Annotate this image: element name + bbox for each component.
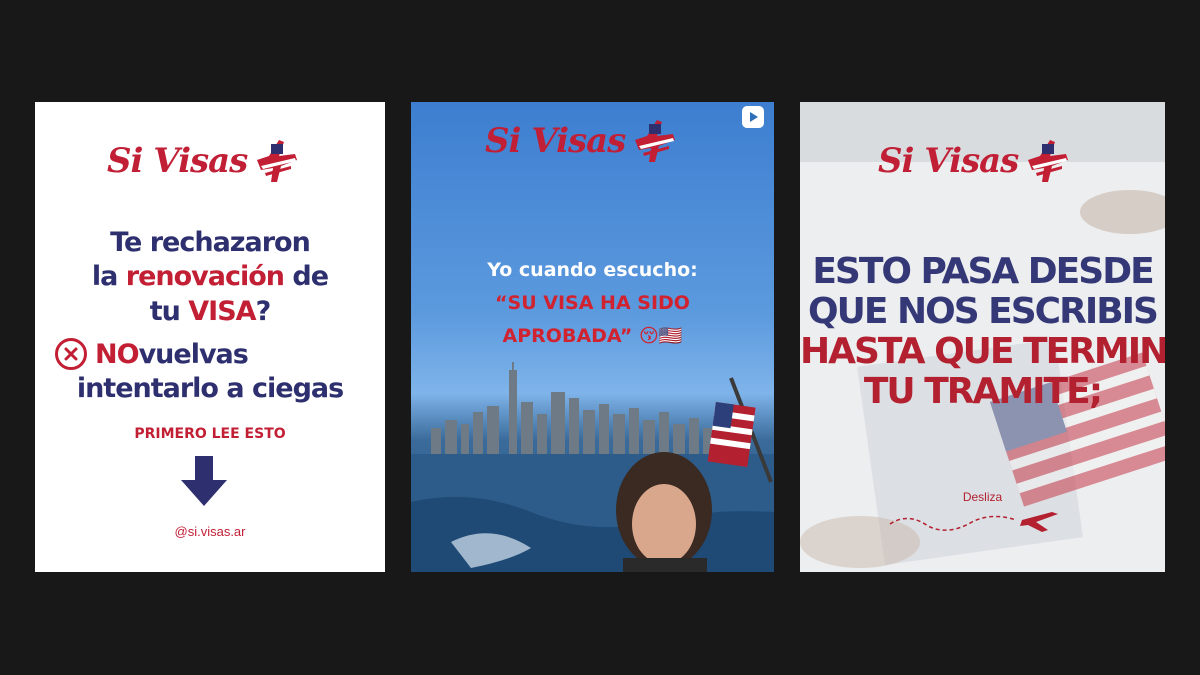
headline-line-4: TU TRAMITE; [863,371,1103,412]
post-card-video[interactable]: Si Visas Yo cuando escucho: “SU VISA HA … [411,102,774,572]
headline-line-3: tu VISA? [149,296,271,327]
caption-line-2: “SU VISA HA SIDO [495,292,690,314]
headline-line-1: Te rechazaron [110,227,311,258]
post-card-tramite[interactable]: Si Visas ESTO PASA DESDE QUE NOS ESCRIBI… [800,102,1165,572]
flag-plane-icon [1028,140,1069,182]
si-visas-logo: Si Visas [878,136,1072,186]
headline-line-3: HASTA QUE TERMINA [800,332,1165,372]
skyline-scene-image [411,362,774,572]
swipe-label: Desliza [962,490,1003,504]
headline-line-5: intentarlo a ciegas [76,373,344,404]
headline-line-4: NO vuelvas [55,338,249,370]
post-card-rechazo[interactable]: Si Visas Te rechazaron la renovación de … [35,102,385,572]
headline-line-2: QUE NOS ESCRIBIS [808,291,1159,332]
headline-line-2: la renovación de [91,261,329,292]
flag-plane-icon [257,140,298,182]
x-circle-icon [55,338,87,370]
caption-line-3: APROBADA” 😚🇺🇸 [502,325,683,347]
headline-line-1: ESTO PASA DESDE [812,251,1154,292]
instagram-handle: @si.visas.ar [174,524,246,539]
caption-line-1: Yo cuando escucho: [487,259,698,281]
flag-plane-icon [635,120,676,162]
down-arrow-icon [181,456,227,506]
si-visas-logo: Si Visas [485,116,679,166]
airplane-icon [889,512,1058,532]
cta-text: PRIMERO LEE ESTO [134,426,286,442]
play-icon[interactable] [742,106,764,128]
si-visas-logo: Si Visas [107,136,301,186]
